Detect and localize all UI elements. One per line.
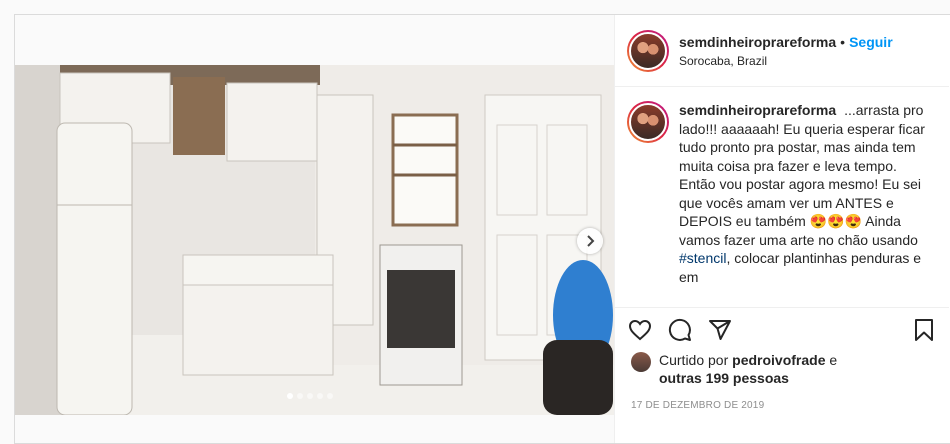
caption-avatar[interactable] [627,101,669,143]
location-link[interactable]: Sorocaba, Brazil [679,54,893,68]
like-button[interactable] [627,317,653,343]
carousel-indicator [287,393,333,399]
liker-avatar[interactable] [631,352,651,372]
save-button[interactable] [911,317,937,343]
carousel-dot [287,393,293,399]
header-text: semdinheiroprareforma • Seguir Sorocaba,… [679,34,893,68]
post-media [15,15,614,443]
caption: semdinheiroprareforma ...arrasta pro lad… [615,87,949,297]
carousel-dot [297,393,303,399]
heart-icon [628,319,652,340]
likes-summary: Curtido por pedroivofrade e outras 199 p… [631,351,837,387]
avatar-image [629,31,667,70]
kitchen-photo[interactable] [15,65,614,415]
separator-dot: • [840,33,846,50]
comment-icon [668,318,691,341]
post-header: semdinheiroprareforma • Seguir Sorocaba,… [615,15,949,87]
action-bar [615,307,949,351]
username-link[interactable]: semdinheiroprareforma [679,34,836,50]
caption-text: ...arrasta pro lado!!! aaaaaah! Eu queri… [679,102,925,248]
carousel-dot [307,393,313,399]
likes-text: Curtido por pedroivofrade e outras 199 p… [659,351,837,387]
share-icon [709,319,731,340]
liker-username-link[interactable]: pedroivofrade [732,352,825,368]
carousel-next-button[interactable] [577,228,603,254]
chevron-right-icon [587,235,595,247]
bookmark-icon [915,318,933,341]
avatar[interactable] [627,29,669,72]
instagram-post: semdinheiroprareforma • Seguir Sorocaba,… [14,14,950,444]
likes-conjunction: e [829,352,838,368]
hashtag-link[interactable]: #stencil [679,250,726,266]
comment-button[interactable] [667,317,693,343]
carousel-dot [327,393,333,399]
caption-username-link[interactable]: semdinheiroprareforma [679,102,836,118]
post-sidebar: semdinheiroprareforma • Seguir Sorocaba,… [614,15,949,443]
caption-body: semdinheiroprareforma ...arrasta pro lad… [679,101,937,297]
likes-prefix: Curtido por [659,352,729,368]
post-date[interactable]: 17 DE DEZEMBRO DE 2019 [631,400,764,411]
follow-button[interactable]: Seguir [849,34,893,50]
likes-others-link[interactable]: outras 199 pessoas [659,370,789,386]
share-button[interactable] [707,317,733,343]
carousel-dot [317,393,323,399]
avatar-image [629,103,667,141]
